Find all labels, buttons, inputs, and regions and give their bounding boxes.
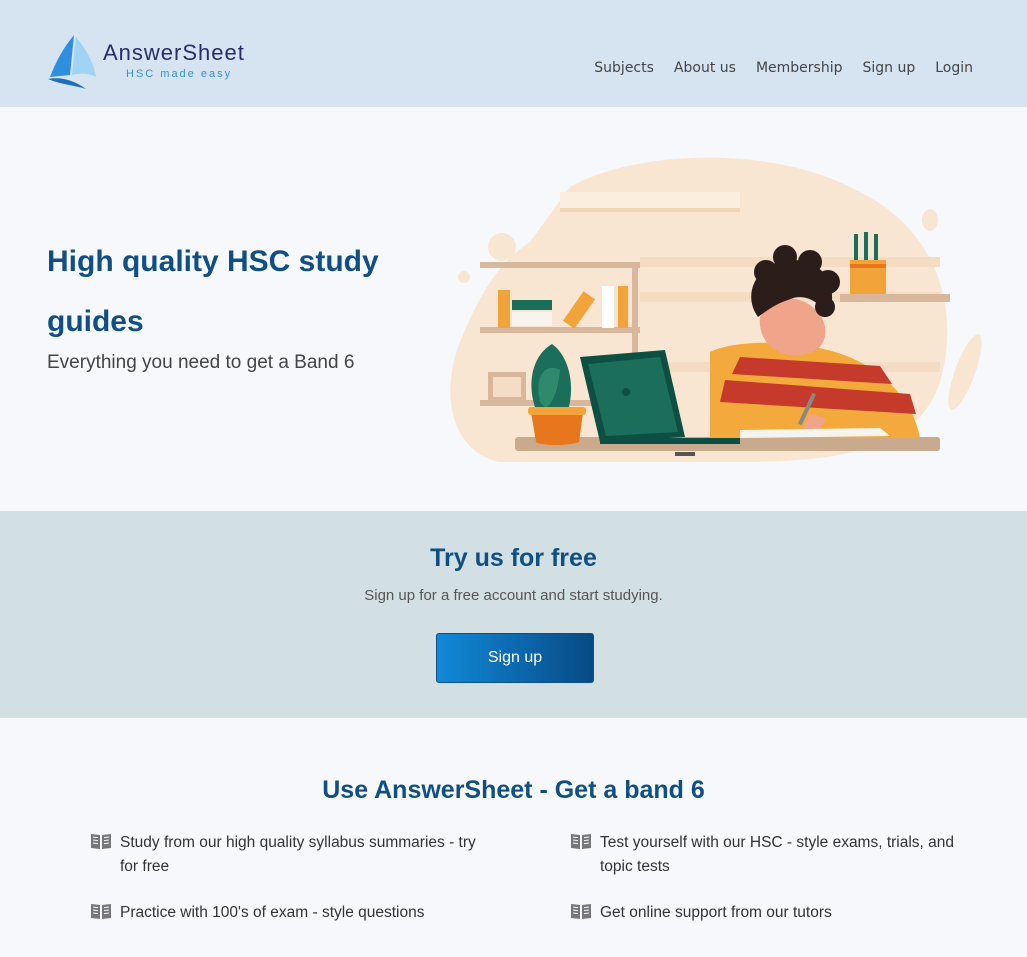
main-nav: Subjects About us Membership Sign up Log… [594,60,973,76]
brand-name: AnswerSheet [103,40,245,65]
student-studying-illustration [450,157,982,462]
features-title: Use AnswerSheet - Get a band 6 [322,776,705,804]
feature-text: Study from our high quality syllabus sum… [120,834,476,875]
cta-title: Try us for free [430,544,597,572]
nav-sign-up[interactable]: Sign up [862,60,915,76]
book-icon [571,904,591,919]
brand-tagline: HSC made easy [126,68,233,80]
site-header: AnswerSheet HSC made easy Subjects About… [0,0,1027,107]
sign-up-button[interactable]: Sign up [436,633,594,683]
feature-item: Study from our high quality syllabus sum… [90,831,490,879]
feature-item: Test yourself with our HSC - style exams… [570,831,970,879]
nav-login[interactable]: Login [935,60,973,76]
feature-text: Test yourself with our HSC - style exams… [600,834,955,875]
hero-section: High quality HSC study guides Everything… [0,107,1027,511]
sail-logo-icon [48,35,96,89]
nav-subjects[interactable]: Subjects [594,60,654,76]
hero-subtitle: Everything you need to get a Band 6 [47,352,355,373]
cta-subtitle: Sign up for a free account and start stu… [364,587,663,604]
hero-title: High quality HSC study guides [47,245,379,338]
nav-about-us[interactable]: About us [674,60,736,76]
book-icon [571,834,591,849]
brand-logo[interactable]: AnswerSheet HSC made easy [46,33,266,93]
feature-text: Get online support from our tutors [600,904,832,921]
nav-membership[interactable]: Membership [756,60,843,76]
feature-item: Practice with 100's of exam - style ques… [90,901,490,925]
cta-section: Try us for free Sign up for a free accou… [0,511,1027,718]
features-section: Use AnswerSheet - Get a band 6 Study fro… [0,718,1027,957]
feature-item: Get online support from our tutors [570,901,970,925]
feature-text: Practice with 100's of exam - style ques… [120,904,425,921]
book-icon [91,834,111,849]
book-icon [91,904,111,919]
